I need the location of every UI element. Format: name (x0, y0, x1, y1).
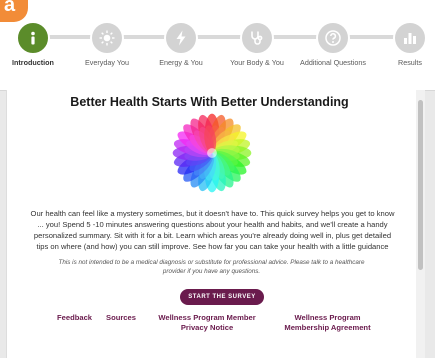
sun-icon (90, 21, 124, 55)
sources-link[interactable]: Sources (106, 313, 136, 323)
feedback-link[interactable]: Feedback (57, 313, 92, 323)
scrollbar-thumb[interactable] (418, 100, 423, 270)
step-label: Everyday You (85, 58, 129, 67)
disclaimer-text: This is not intended to be a medical dia… (58, 259, 365, 275)
progress-stepper: Introduction Everyday You Energy & You Y… (0, 0, 435, 91)
vertical-scrollbar[interactable] (416, 90, 425, 358)
step-everyday-you[interactable]: Everyday You (72, 21, 142, 68)
lightning-icon (164, 21, 198, 55)
membership-agreement-line-1: Wellness Program (294, 313, 361, 322)
step-label: Energy & You (159, 58, 203, 67)
membership-agreement-link[interactable]: Wellness Program Membership Agreement (280, 313, 375, 333)
step-energy-you[interactable]: Energy & You (146, 21, 216, 68)
start-survey-button[interactable]: START THE SURVEY (180, 289, 264, 305)
info-icon (16, 21, 50, 55)
step-label: Introduction (12, 58, 54, 67)
color-wheel-logo (172, 113, 252, 193)
step-label: Your Body & You (230, 58, 284, 67)
privacy-notice-link[interactable]: Wellness Program Member Privacy Notice (152, 313, 262, 333)
question-icon (316, 21, 350, 55)
content-card: Better Health Starts With Better Underst… (6, 90, 425, 358)
bar-chart-icon (393, 21, 427, 55)
privacy-notice-line-2: Privacy Notice (180, 323, 234, 332)
step-results[interactable]: Results (375, 21, 435, 68)
step-introduction[interactable]: Introduction (0, 21, 68, 68)
intro-paragraph: Our health can feel like a mystery somet… (30, 209, 395, 251)
step-additional-questions[interactable]: Additional Questions (298, 21, 368, 68)
step-label: Results (398, 58, 422, 67)
membership-agreement-line-2: Membership Agreement (284, 323, 371, 332)
page-title: Better Health Starts With Better Underst… (70, 95, 349, 109)
step-your-body-you[interactable]: Your Body & You (222, 21, 292, 68)
privacy-notice-line-1: Wellness Program Member (158, 313, 256, 322)
step-label: Additional Questions (300, 58, 366, 67)
stethoscope-icon (240, 21, 274, 55)
